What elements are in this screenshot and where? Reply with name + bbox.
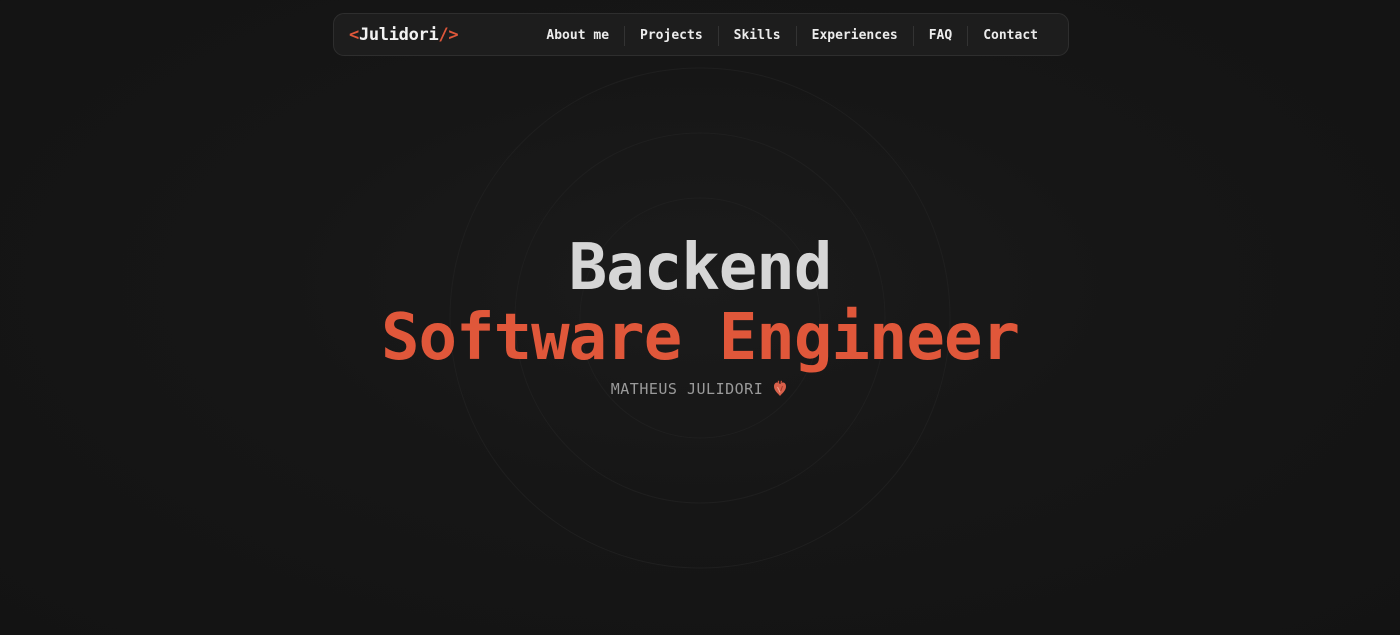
hero-subtitle: MATHEUS JULIDORI — [611, 380, 790, 398]
hero-section: Backend Software Engineer MATHEUS JULIDO… — [0, 232, 1400, 398]
hero-title-software-engineer: Software Engineer — [380, 301, 1020, 375]
nav-link-skills[interactable]: Skills — [719, 28, 796, 43]
hero-title-backend: Backend — [568, 231, 833, 305]
nav-link-experiences[interactable]: Experiences — [797, 28, 913, 43]
nav-link-about-me[interactable]: About me — [531, 28, 624, 43]
nav-link-faq[interactable]: FAQ — [914, 28, 967, 43]
nav-link-contact[interactable]: Contact — [968, 28, 1053, 43]
nav-links: About me Projects Skills Experiences FAQ… — [531, 14, 1053, 57]
author-name: MATHEUS JULIDORI — [610, 380, 764, 398]
top-navbar: <Julidori/> About me Projects Skills Exp… — [333, 13, 1069, 56]
site-logo[interactable]: <Julidori/> — [349, 14, 459, 57]
logo-open-bracket: < — [349, 25, 359, 45]
logo-name: Julidori — [358, 25, 439, 45]
anatomical-heart-icon — [771, 380, 789, 398]
logo-close-bracket: /> — [438, 25, 459, 45]
nav-link-projects[interactable]: Projects — [625, 28, 718, 43]
